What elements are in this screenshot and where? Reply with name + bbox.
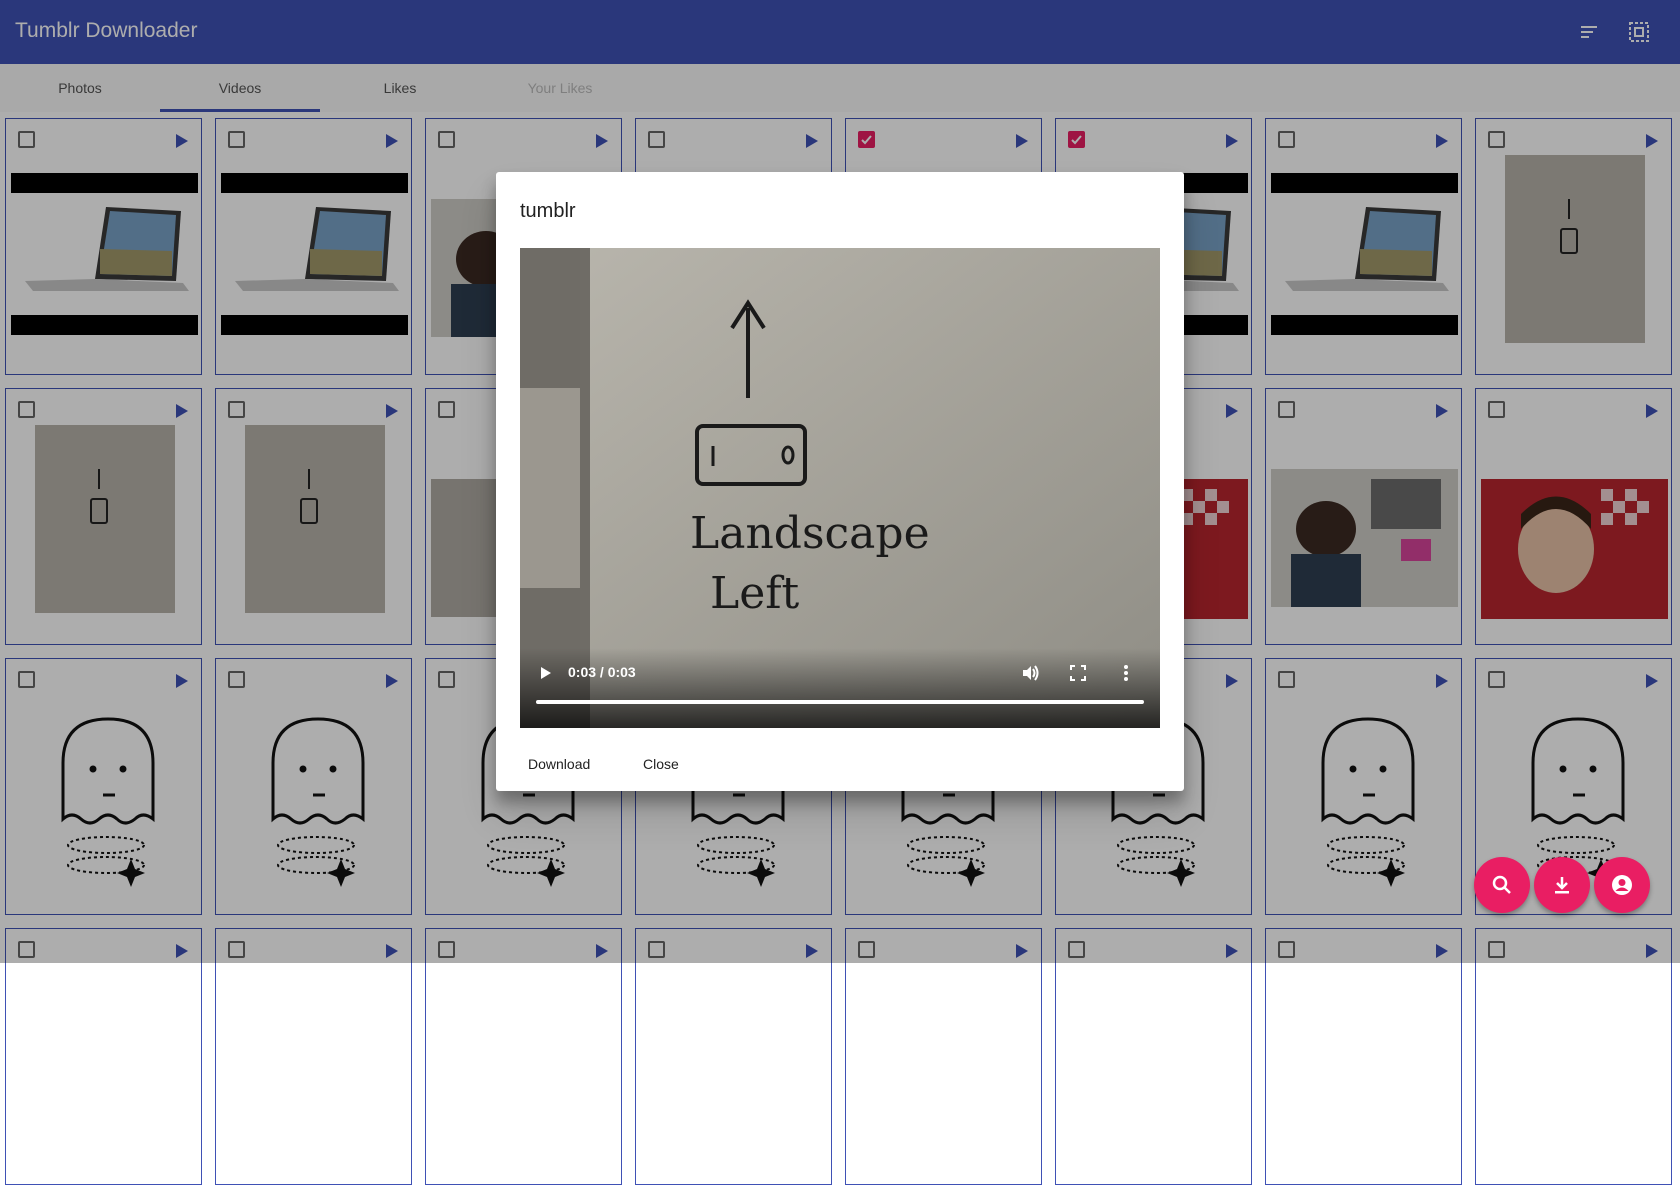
fullscreen-icon[interactable] (1068, 663, 1088, 683)
video-card[interactable] (1265, 928, 1462, 1185)
download-fab[interactable] (1534, 857, 1590, 913)
video-note-line2: Left (710, 568, 800, 619)
video-card[interactable] (5, 928, 202, 1185)
more-options-icon[interactable] (1116, 663, 1136, 683)
search-fab[interactable] (1474, 857, 1530, 913)
video-card[interactable] (845, 928, 1042, 1185)
video-card[interactable] (1475, 928, 1672, 1185)
download-button[interactable]: Download (512, 746, 606, 782)
account-icon (1612, 875, 1632, 895)
close-button[interactable]: Close (627, 746, 695, 782)
video-player[interactable]: Landscape Left 0:03 / 0:03 (520, 248, 1160, 728)
dialog-title: tumblr (520, 200, 576, 222)
video-card[interactable] (215, 928, 412, 1185)
account-fab[interactable] (1594, 857, 1650, 913)
video-note-line1: Landscape (690, 508, 930, 559)
video-card[interactable] (1055, 928, 1252, 1185)
search-icon (1492, 875, 1511, 894)
download-icon (1555, 877, 1569, 894)
video-time: 0:03 / 0:03 (568, 664, 636, 680)
video-progress-bar[interactable] (536, 700, 1144, 704)
video-card[interactable] (425, 928, 622, 1185)
video-card[interactable] (635, 928, 832, 1185)
video-controls (520, 648, 1160, 728)
play-icon[interactable] (536, 664, 554, 682)
video-dialog: tumblr Landscape Left 0:03 / 0:03 Downlo… (496, 172, 1184, 791)
volume-icon[interactable] (1020, 663, 1040, 683)
